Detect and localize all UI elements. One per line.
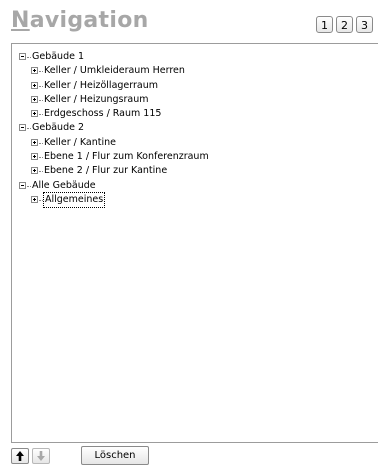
- tree-node-label[interactable]: Erdgeschoss / Raum 115: [44, 107, 161, 121]
- tree-node-label[interactable]: Keller / Umkleideraum Herren: [44, 64, 185, 78]
- page-button-1[interactable]: 1: [316, 16, 333, 33]
- tree-connector: [39, 85, 43, 87]
- tree-panel[interactable]: Gebäude 1 Keller / Umkleideraum Herren Kel…: [11, 43, 378, 443]
- tree-node-label[interactable]: Gebäude 2: [32, 121, 84, 135]
- tree-connector: [27, 185, 31, 187]
- tree-node-label[interactable]: Alle Gebäude: [32, 179, 96, 193]
- bottom-toolbar: Löschen: [11, 446, 149, 465]
- tree-connector: [39, 157, 43, 159]
- arrow-up-icon: [16, 450, 24, 461]
- page-buttons: 1 2 3: [316, 16, 376, 33]
- tree-node-label[interactable]: Keller / Heizungsraum: [44, 93, 149, 107]
- tree-node-label[interactable]: Ebene 2 / Flur zur Kantine: [44, 164, 167, 178]
- tree-connector: [27, 128, 31, 130]
- title-access-key: N: [11, 8, 30, 33]
- move-up-button[interactable]: [11, 447, 29, 464]
- move-down-button[interactable]: [32, 447, 50, 464]
- expand-icon[interactable]: [31, 167, 38, 175]
- navigation-title: Navigation: [11, 8, 149, 33]
- collapse-icon[interactable]: [19, 53, 26, 60]
- collapse-icon[interactable]: [19, 124, 26, 132]
- delete-button[interactable]: Löschen: [81, 446, 149, 465]
- collapse-icon[interactable]: [19, 181, 26, 189]
- tree-connector: [39, 99, 43, 101]
- expand-icon[interactable]: [31, 110, 38, 118]
- tree-connector: [39, 114, 43, 116]
- expand-icon[interactable]: [31, 138, 38, 146]
- tree-node-label[interactable]: Keller / Heizöllagerraum: [44, 79, 158, 93]
- expand-icon[interactable]: [31, 95, 38, 103]
- tree-connector: [39, 171, 43, 173]
- expand-icon[interactable]: [31, 195, 38, 203]
- tree-connector: [39, 71, 43, 73]
- tree-connector: [27, 57, 31, 58]
- expand-icon[interactable]: [31, 67, 38, 75]
- tree-connector: [39, 142, 43, 144]
- tree-node-label[interactable]: Gebäude 1: [32, 50, 84, 64]
- title-rest: avigation: [29, 8, 149, 33]
- tree-connector: [39, 199, 43, 201]
- expand-icon[interactable]: [31, 81, 38, 89]
- tree-node-label[interactable]: Ebene 1 / Flur zum Konferenzraum: [44, 150, 209, 164]
- page-button-3[interactable]: 3: [356, 16, 373, 33]
- expand-icon[interactable]: [31, 153, 38, 161]
- arrow-down-icon: [37, 450, 45, 461]
- tree-node-label[interactable]: Keller / Kantine: [44, 136, 116, 150]
- page-button-2[interactable]: 2: [336, 16, 353, 33]
- tree-node-label[interactable]: Allgemeines: [42, 191, 106, 208]
